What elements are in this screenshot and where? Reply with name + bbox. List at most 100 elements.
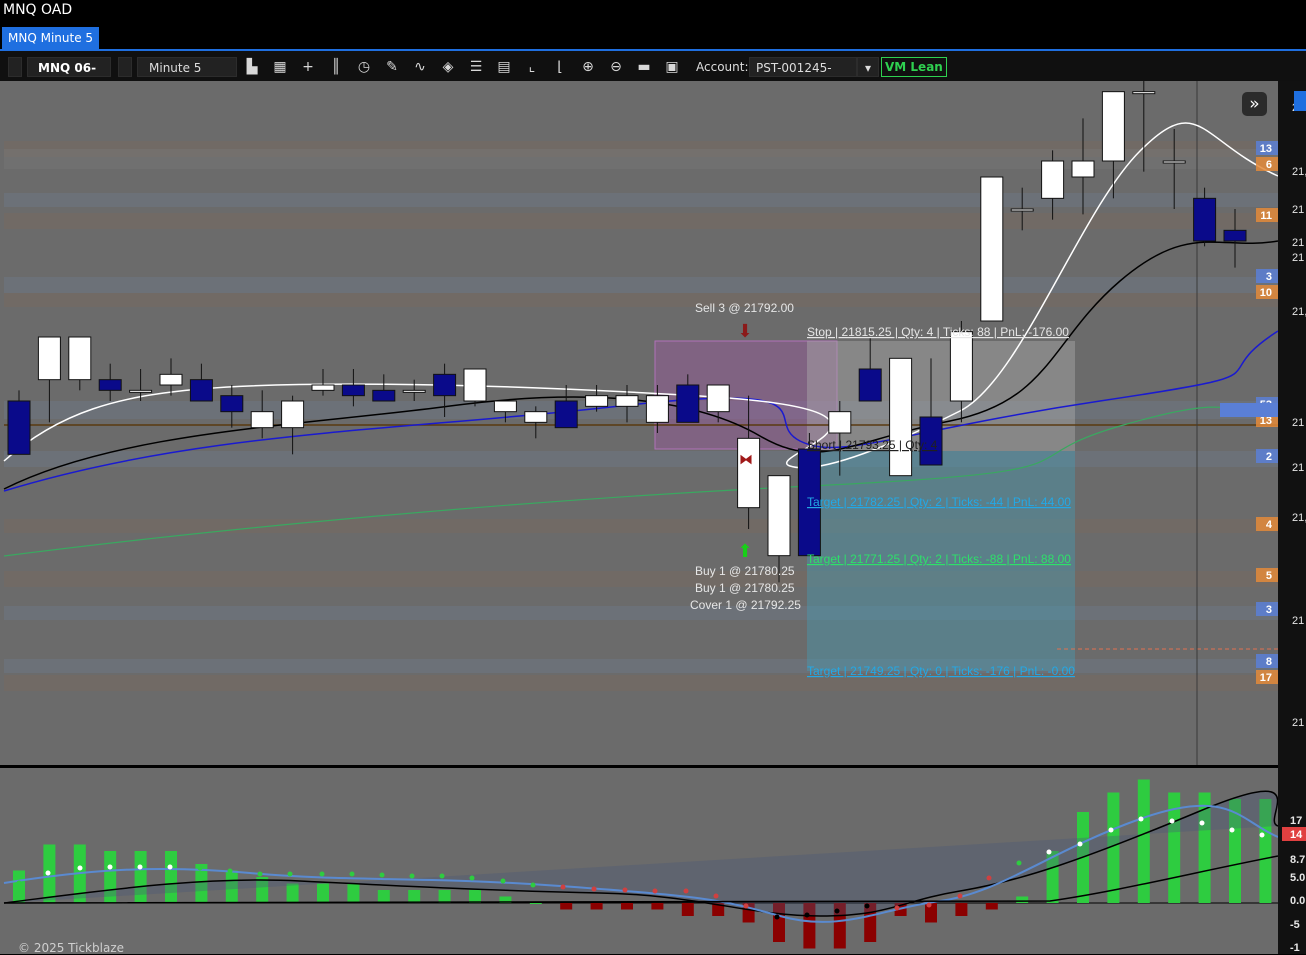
- buy-arrow-icon: ⬆: [737, 541, 752, 561]
- momentum-dot: [1229, 827, 1235, 833]
- indicator-axis-label: 0.0: [1290, 895, 1305, 907]
- histogram-bar: [590, 903, 603, 910]
- instrument-color-swatch[interactable]: [8, 57, 22, 77]
- histogram-bar: [13, 870, 25, 903]
- zoom-out-icon[interactable]: ⊖: [608, 59, 624, 75]
- indicator-value-label: 14: [1290, 829, 1303, 841]
- price-chart[interactable]: Sell 3 @ 21792.00 ⬇ Stop | 21815.25 | Qt…: [0, 81, 1306, 954]
- short-label[interactable]: Short | 21793.25 | Qty: 4: [807, 438, 938, 452]
- bar-type-icon[interactable]: ▙: [244, 59, 260, 75]
- profile-band: [4, 659, 1278, 673]
- volume-marker: 6: [1266, 159, 1272, 171]
- axis-top-marker: [1294, 91, 1306, 111]
- momentum-dot: [16, 880, 22, 886]
- buy1-label: Buy 1 @ 21780.25: [695, 564, 795, 578]
- timeframe-color-swatch[interactable]: [118, 57, 132, 77]
- momentum-dot: [319, 871, 325, 877]
- momentum-dot: [1108, 827, 1114, 833]
- cube-icon[interactable]: ◈: [440, 59, 456, 75]
- histogram-bar: [560, 903, 573, 910]
- sell-arrow-icon: ⬇: [737, 321, 752, 341]
- volume-marker: 4: [1266, 519, 1273, 531]
- price-axis-label: 21: [1292, 252, 1304, 264]
- axis-scale-icon[interactable]: ⌊: [552, 59, 568, 75]
- momentum-dot: [683, 888, 689, 894]
- target3-label[interactable]: Target | 21749.25 | Qty: 0 | Ticks: -176…: [807, 664, 1075, 678]
- stop-label[interactable]: Stop | 21815.25 | Qty: 4 | Ticks: 88 | P…: [807, 325, 1069, 339]
- profile-band: [4, 193, 1278, 207]
- indicator-icon[interactable]: ∿: [412, 59, 428, 75]
- histogram-bar: [469, 890, 481, 903]
- price-axis-label: 21: [1292, 615, 1304, 627]
- indicator-axis-label: 5.0: [1290, 872, 1305, 884]
- zoom-in-icon[interactable]: ⊕: [580, 59, 596, 75]
- profile-band: [4, 519, 1278, 533]
- volume-marker: 3: [1266, 271, 1272, 283]
- momentum-dot: [1138, 816, 1144, 822]
- momentum-dot: [713, 893, 719, 899]
- bars-icon[interactable]: ║: [328, 59, 344, 75]
- bull-candle: [281, 400, 305, 429]
- profile-band: [4, 606, 1278, 620]
- clock-icon[interactable]: ◷: [356, 59, 372, 75]
- profile-band: [4, 675, 1278, 691]
- histogram-bar: [651, 903, 664, 910]
- momentum-dot: [107, 864, 113, 870]
- momentum-dot: [1077, 841, 1083, 847]
- bull-candle: [129, 389, 153, 393]
- tab-bar: MNQ Minute 5: [0, 22, 1306, 51]
- tab-chart[interactable]: MNQ Minute 5: [2, 27, 100, 49]
- momentum-dot: [804, 912, 810, 918]
- save-icon[interactable]: ▣: [664, 59, 680, 75]
- folder-icon[interactable]: ▬: [636, 59, 652, 75]
- price-axis-label: 21: [1292, 717, 1304, 729]
- strategy-badge[interactable]: VM Lean: [881, 57, 947, 77]
- momentum-dot: [560, 884, 566, 890]
- histogram-bar: [529, 903, 542, 904]
- timeframe-selector[interactable]: Minute 5: [137, 57, 237, 77]
- price-axis-label: 21,: [1292, 166, 1306, 178]
- volume-marker: 10: [1260, 287, 1272, 299]
- bull-candle: [463, 368, 487, 402]
- poc-bar: [1220, 403, 1278, 417]
- account-selector[interactable]: PST-001245-W002: [749, 57, 857, 95]
- bear-candle: [676, 384, 700, 423]
- momentum-dot: [1199, 820, 1205, 826]
- data-box-icon[interactable]: ▦: [272, 59, 288, 75]
- properties-icon[interactable]: ▤: [496, 59, 512, 75]
- bull-candle: [828, 411, 852, 434]
- momentum-dot: [1046, 849, 1052, 855]
- target2-label[interactable]: Target | 21771.25 | Qty: 2 | Ticks: -88 …: [807, 552, 1071, 566]
- momentum-dot: [379, 872, 385, 878]
- momentum-dot: [409, 873, 415, 879]
- bull-candle: [159, 373, 183, 386]
- momentum-dot: [530, 882, 536, 888]
- expand-panel-icon[interactable]: »: [1242, 92, 1267, 116]
- indicator-axis-label: -1: [1290, 942, 1300, 954]
- bull-candle: [767, 475, 791, 557]
- crosshair-icon[interactable]: +: [300, 59, 316, 75]
- bear-candle: [858, 368, 882, 402]
- account-dropdown-icon[interactable]: ▾: [857, 57, 879, 77]
- instrument-selector[interactable]: MNQ 06-25: [27, 57, 111, 95]
- pencil-icon[interactable]: ✎: [384, 59, 400, 75]
- bear-candle: [1223, 229, 1247, 242]
- histogram-bar: [165, 851, 177, 903]
- momentum-dot: [834, 908, 840, 914]
- bull-candle: [1101, 91, 1125, 162]
- chart-toolbar: MNQ 06-25 Minute 5 ▙ ▦ + ║ ◷ ✎ ∿ ◈ ☰ ▤ ⌞…: [0, 51, 1306, 95]
- cover-label: Cover 1 @ 21792.25: [690, 598, 801, 612]
- target1-label[interactable]: Target | 21782.25 | Qty: 2 | Ticks: -44 …: [807, 495, 1071, 509]
- histogram-bar: [985, 903, 998, 910]
- profile-band: [4, 293, 1278, 307]
- volume-marker: 8: [1266, 656, 1272, 668]
- axis-icon[interactable]: ⌞: [524, 59, 540, 75]
- momentum-dot: [257, 871, 263, 877]
- bull-candle: [1071, 160, 1095, 178]
- bear-candle: [220, 395, 244, 413]
- bull-candle: [737, 437, 761, 509]
- histogram-bar: [317, 883, 329, 903]
- bull-candle: [1010, 208, 1034, 212]
- list-icon[interactable]: ☰: [468, 59, 484, 75]
- bear-candle: [341, 384, 365, 397]
